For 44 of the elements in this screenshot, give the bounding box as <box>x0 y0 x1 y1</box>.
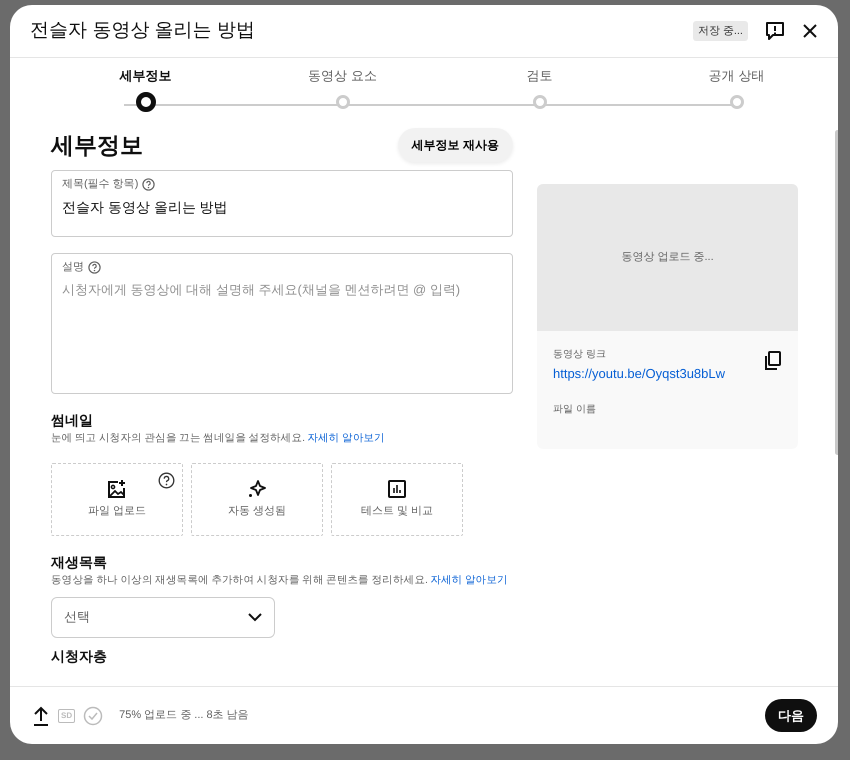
upload-icon <box>32 706 50 726</box>
playlist-select[interactable]: 선택 <box>51 596 275 638</box>
title-text: 전슬자 동영상 올리는 방법 <box>62 198 229 216</box>
saving-status: 저장 중... <box>692 20 748 42</box>
bar-chart-icon <box>387 479 407 499</box>
help-icon[interactable] <box>88 260 101 274</box>
help-icon[interactable] <box>142 178 156 191</box>
thumbnail-option[interactable]: 파일 업로드 <box>51 462 183 536</box>
section-heading: 썸네일 <box>51 411 94 430</box>
reuse-details-button[interactable]: 세부정보 재사용 <box>398 128 513 162</box>
help-icon[interactable] <box>158 472 175 489</box>
section-heading: 재생목록 <box>51 552 108 572</box>
check-circle-icon <box>83 706 104 726</box>
step-tab[interactable]: 세부정보 <box>47 66 244 112</box>
thumbnail-option[interactable]: 자동 생성됨 <box>191 462 323 536</box>
file-name-label: 파일 이름 <box>553 402 597 416</box>
next-button[interactable]: 다음 <box>765 698 817 732</box>
sparkle-icon <box>247 479 267 499</box>
step-tab[interactable]: 검토 <box>441 66 638 112</box>
learn-more-link[interactable]: 자세히 알아보기 <box>430 574 508 586</box>
section-description: 눈에 띄고 시청자의 관심을 끄는 썸네일을 설정하세요. 자세히 알아보기 <box>51 431 386 446</box>
video-link[interactable]: https://youtu.be/Oyqst3u8bLw <box>553 366 725 380</box>
upload-progress-text: 75% 업로드 중 ... 8초 남음 <box>119 708 249 724</box>
close-icon[interactable] <box>802 23 818 39</box>
section-title: 세부정보 <box>51 130 143 160</box>
field-label: 설명 <box>62 260 84 275</box>
section-description: 동영상을 하나 이상의 재생목록에 추가하여 시청자를 위해 콘텐츠를 정리하세요. 자세히 알아보기 <box>51 572 509 588</box>
copy-icon[interactable] <box>764 350 782 370</box>
title-field[interactable]: 제목(필수 항목) 전슬자 동영상 올리는 방법 <box>51 170 513 237</box>
upload-status-text: 동영상 업로드 중... <box>621 250 714 265</box>
image-add-icon <box>107 479 127 499</box>
feedback-icon[interactable] <box>764 20 786 42</box>
learn-more-link[interactable]: 자세히 알아보기 <box>307 432 385 444</box>
field-label: 제목(필수 항목) <box>62 177 138 192</box>
chevron-down-icon <box>248 612 262 622</box>
quality-badge: SD <box>58 708 76 722</box>
description-field[interactable]: 설명 시청자에게 동영상에 대해 설명해 주세요(채널을 멘션하려면 @ 입력) <box>51 253 513 394</box>
step-tab[interactable]: 동영상 요소 <box>244 66 441 112</box>
dialog-title: 전슬자 동영상 올리는 방법 <box>30 18 255 43</box>
placeholder-text: 시청자에게 동영상에 대해 설명해 주세요(채널을 멘션하려면 @ 입력) <box>62 280 462 299</box>
section-heading: 시청자층 <box>51 646 108 666</box>
thumbnail-option[interactable]: 테스트 및 비교 <box>331 462 463 536</box>
video-link-label: 동영상 링크 <box>553 348 607 362</box>
step-tab[interactable]: 공개 상태 <box>638 66 835 112</box>
